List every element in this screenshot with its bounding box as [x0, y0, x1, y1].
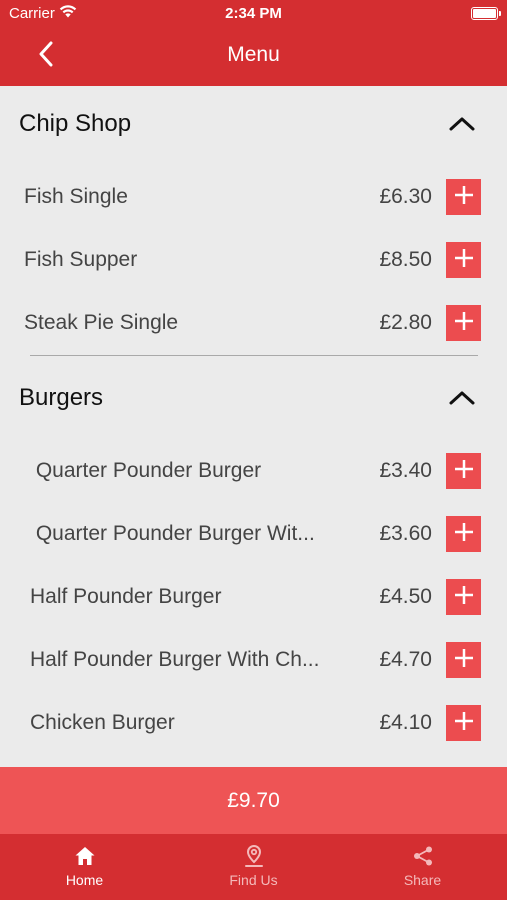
plus-icon — [453, 184, 475, 211]
add-item-button[interactable] — [446, 642, 481, 678]
page-title: Menu — [227, 43, 280, 66]
home-icon — [0, 844, 169, 868]
plus-icon — [453, 521, 475, 548]
section-title: Chip Shop — [19, 110, 132, 137]
status-time: 2:34 PM — [225, 5, 282, 22]
list-item: Half Pounder Burger With Ch... £4.70 — [0, 634, 507, 686]
list-item: Fish Supper £8.50 — [0, 234, 507, 286]
tab-label: Home — [65, 872, 104, 888]
add-item-button[interactable] — [446, 179, 481, 215]
item-price: £3.40 — [379, 459, 432, 482]
add-item-button[interactable] — [446, 242, 481, 278]
cart-total: £9.70 — [227, 789, 280, 812]
plus-icon — [453, 247, 475, 274]
item-price: £4.10 — [379, 711, 432, 734]
tab-home[interactable]: Home — [0, 834, 169, 900]
list-item: Fish Single £6.30 — [0, 171, 507, 223]
tab-share[interactable]: Share — [338, 834, 507, 900]
item-name: Chicken Burger — [30, 711, 175, 734]
list-item: Quarter Pounder Burger £3.40 — [0, 445, 507, 497]
add-item-button[interactable] — [446, 453, 481, 489]
section-title: Burgers — [19, 384, 104, 411]
section-divider — [30, 355, 478, 356]
item-price: £4.70 — [379, 648, 432, 671]
cart-total-button[interactable]: £9.70 — [0, 767, 507, 834]
status-bar: Carrier 2:34 PM — [0, 0, 507, 28]
add-item-button[interactable] — [446, 305, 481, 341]
section-header-burgers[interactable]: Burgers — [0, 368, 507, 428]
tab-label: Find Us — [229, 872, 278, 888]
section-header-chip-shop[interactable]: Chip Shop — [0, 94, 507, 154]
item-name: Half Pounder Burger — [30, 585, 222, 608]
item-name: Fish Supper — [24, 248, 138, 271]
battery-icon — [471, 7, 501, 20]
plus-icon — [453, 310, 475, 337]
chevron-up-icon — [447, 114, 477, 134]
list-item: Quarter Pounder Burger Wit... £3.60 — [0, 508, 507, 560]
item-name: Half Pounder Burger With Ch... — [30, 648, 320, 671]
item-name: Quarter Pounder Burger Wit... — [30, 522, 315, 545]
item-price: £8.50 — [379, 248, 432, 271]
list-item: Steak Pie Single £2.80 — [0, 297, 507, 349]
item-price: £2.80 — [379, 311, 432, 334]
navigation-bar: Menu — [0, 28, 507, 86]
add-item-button[interactable] — [446, 579, 481, 615]
item-price: £6.30 — [379, 185, 432, 208]
list-item: Chicken Burger £4.10 — [0, 697, 507, 749]
add-item-button[interactable] — [446, 516, 481, 552]
item-price: £4.50 — [379, 585, 432, 608]
plus-icon — [453, 458, 475, 485]
tab-bar: Home Find Us Share — [0, 834, 507, 900]
tab-label: Share — [403, 872, 442, 888]
item-price: £3.60 — [379, 522, 432, 545]
tab-find-us[interactable]: Find Us — [169, 834, 338, 900]
add-item-button[interactable] — [446, 705, 481, 741]
item-name: Quarter Pounder Burger — [30, 459, 262, 482]
chevron-up-icon — [447, 388, 477, 408]
location-icon — [169, 844, 338, 868]
menu-list: Chip Shop Fish Single £6.30 Fish Supper … — [0, 86, 507, 767]
list-item: Half Pounder Burger £4.50 — [0, 571, 507, 623]
plus-icon — [453, 647, 475, 674]
item-name: Steak Pie Single — [24, 311, 179, 334]
item-name: Fish Single — [24, 185, 128, 208]
plus-icon — [453, 710, 475, 737]
share-icon — [338, 844, 507, 868]
plus-icon — [453, 584, 475, 611]
